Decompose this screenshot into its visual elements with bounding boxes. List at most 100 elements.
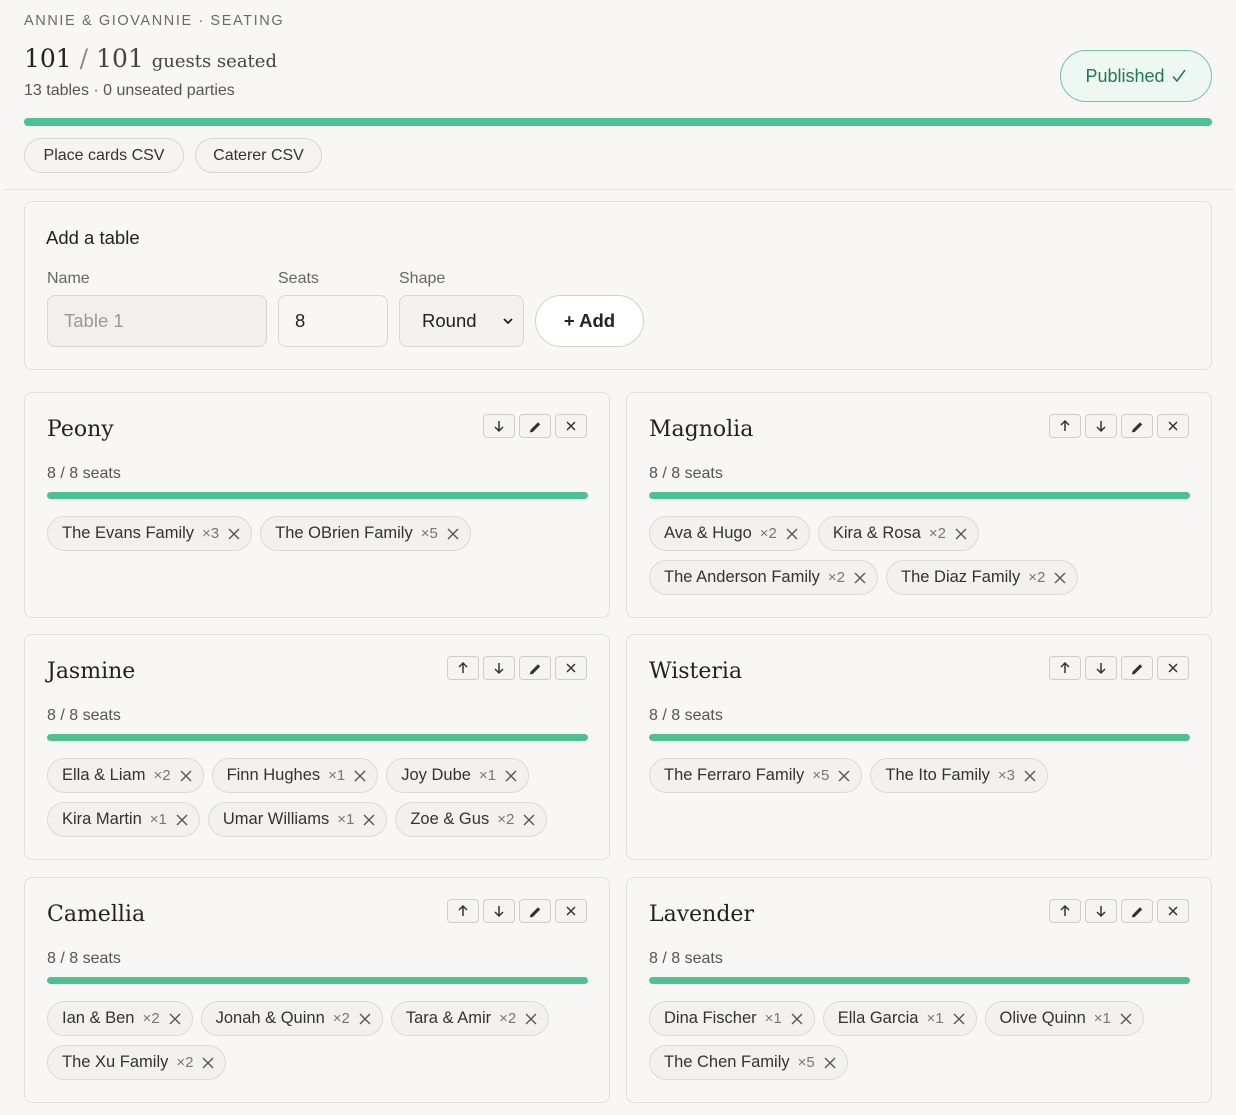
party-chip[interactable]: Dina Fischer ×1 — [649, 1001, 815, 1036]
party-chip[interactable]: Umar Williams ×1 — [207, 802, 388, 837]
party-chip[interactable]: Ella Garcia ×1 — [822, 1001, 977, 1036]
close-icon — [202, 1057, 214, 1068]
table-seat-count: 8 / 8 seats — [47, 950, 121, 967]
move-down-button[interactable] — [1085, 656, 1117, 680]
move-down-button[interactable] — [483, 414, 515, 438]
party-name: The Chen Family — [664, 1053, 790, 1071]
edit-button[interactable] — [519, 656, 551, 680]
close-icon — [566, 663, 576, 673]
remove-party-button[interactable] — [358, 1012, 372, 1026]
arrow-down-icon — [1096, 421, 1106, 433]
party-chip[interactable]: Kira Martin ×1 — [47, 802, 200, 837]
remove-party-button[interactable] — [1053, 571, 1067, 585]
delete-button[interactable] — [555, 899, 587, 923]
edit-button[interactable] — [1121, 899, 1153, 923]
arrow-down-icon — [494, 421, 504, 433]
party-chip[interactable]: The Ferraro Family ×5 — [649, 758, 863, 793]
party-size: ×2 — [142, 1010, 160, 1027]
remove-party-button[interactable] — [837, 769, 851, 783]
remove-party-button[interactable] — [954, 527, 968, 541]
arrow-down-icon — [1096, 663, 1106, 675]
remove-party-button[interactable] — [790, 1012, 804, 1026]
published-button[interactable]: Published — [1060, 50, 1212, 102]
party-chip[interactable]: Olive Quinn ×1 — [984, 1001, 1144, 1036]
party-chip[interactable]: Zoe & Gus ×2 — [395, 802, 548, 837]
arrow-up-icon — [1060, 904, 1070, 916]
remove-party-button[interactable] — [446, 527, 460, 541]
remove-party-button[interactable] — [175, 813, 189, 827]
delete-button[interactable] — [1157, 899, 1189, 923]
remove-party-button[interactable] — [785, 527, 799, 541]
move-up-button[interactable] — [447, 656, 479, 680]
party-chip[interactable]: Ian & Ben ×2 — [47, 1001, 193, 1036]
remove-party-button[interactable] — [823, 1056, 837, 1070]
remove-party-button[interactable] — [227, 527, 241, 541]
party-chip[interactable]: The Ito Family ×3 — [870, 758, 1049, 793]
party-chip[interactable]: The Chen Family ×5 — [649, 1045, 848, 1080]
move-up-button[interactable] — [447, 899, 479, 923]
shape-value: Round — [422, 310, 477, 331]
count-separator: / — [79, 44, 89, 73]
move-down-button[interactable] — [483, 899, 515, 923]
move-up-button[interactable] — [1049, 899, 1081, 923]
add-table-button[interactable]: + Add — [535, 295, 644, 347]
caterer-csv-button[interactable]: Caterer CSV — [195, 138, 322, 173]
party-chip[interactable]: Kira & Rosa ×2 — [817, 516, 980, 551]
remove-party-button[interactable] — [362, 813, 376, 827]
close-icon — [180, 770, 192, 781]
table-capacity-bar — [649, 492, 1190, 499]
place-cards-csv-button[interactable]: Place cards CSV — [24, 138, 184, 173]
party-chip[interactable]: Ella & Liam ×2 — [47, 758, 204, 793]
move-down-button[interactable] — [483, 656, 515, 680]
party-size: ×1 — [764, 1010, 782, 1027]
table-name: Magnolia — [649, 417, 754, 442]
party-chip[interactable]: Ava & Hugo ×2 — [649, 516, 810, 551]
party-chip[interactable]: Jonah & Quinn ×2 — [200, 1001, 383, 1036]
remove-party-button[interactable] — [179, 769, 193, 783]
edit-button[interactable] — [1121, 414, 1153, 438]
party-chip[interactable]: The Anderson Family ×2 — [649, 560, 879, 595]
move-down-button[interactable] — [1085, 414, 1117, 438]
party-chip[interactable]: The OBrien Family ×5 — [260, 516, 471, 551]
remove-party-button[interactable] — [524, 1012, 538, 1026]
remove-party-button[interactable] — [353, 769, 367, 783]
move-up-button[interactable] — [1049, 656, 1081, 680]
party-chip[interactable]: Joy Dube ×1 — [386, 758, 530, 793]
move-up-button[interactable] — [1049, 414, 1081, 438]
table-capacity-bar — [649, 734, 1190, 741]
delete-button[interactable] — [555, 414, 587, 438]
arrow-up-icon — [458, 661, 468, 673]
party-chip[interactable]: Finn Hughes ×1 — [211, 758, 379, 793]
remove-party-button[interactable] — [1119, 1012, 1133, 1026]
add-table-title: Add a table — [46, 227, 140, 248]
party-name: Ian & Ben — [62, 1009, 135, 1027]
party-list: Ian & Ben ×2 Jonah & Quinn ×2 Tara & Amir ×2 T… — [47, 1001, 595, 1080]
remove-party-button[interactable] — [853, 571, 867, 585]
delete-button[interactable] — [1157, 656, 1189, 680]
party-size: ×2 — [759, 525, 777, 542]
party-chip[interactable]: The Xu Family ×2 — [47, 1045, 227, 1080]
chevron-down-icon — [503, 318, 513, 325]
move-down-button[interactable] — [1085, 899, 1117, 923]
seats-label: Seats — [278, 270, 319, 287]
close-icon — [1168, 663, 1178, 673]
party-chip[interactable]: The Diaz Family ×2 — [886, 560, 1079, 595]
party-chip[interactable]: The Evans Family ×3 — [47, 516, 253, 551]
party-name: Umar Williams — [222, 810, 330, 828]
delete-button[interactable] — [555, 656, 587, 680]
party-chip[interactable]: Tara & Amir ×2 — [390, 1001, 550, 1036]
remove-party-button[interactable] — [168, 1012, 182, 1026]
remove-party-button[interactable] — [522, 813, 536, 827]
remove-party-button[interactable] — [1023, 769, 1037, 783]
edit-button[interactable] — [519, 414, 551, 438]
seats-input[interactable]: 8 — [278, 295, 388, 347]
shape-select[interactable]: Round — [399, 295, 524, 347]
edit-button[interactable] — [1121, 656, 1153, 680]
delete-button[interactable] — [1157, 414, 1189, 438]
remove-party-button[interactable] — [201, 1056, 215, 1070]
remove-party-button[interactable] — [952, 1012, 966, 1026]
remove-party-button[interactable] — [504, 769, 518, 783]
table-name: Lavender — [649, 902, 754, 927]
edit-button[interactable] — [519, 899, 551, 923]
table-name-input[interactable]: Table 1 — [47, 295, 267, 347]
